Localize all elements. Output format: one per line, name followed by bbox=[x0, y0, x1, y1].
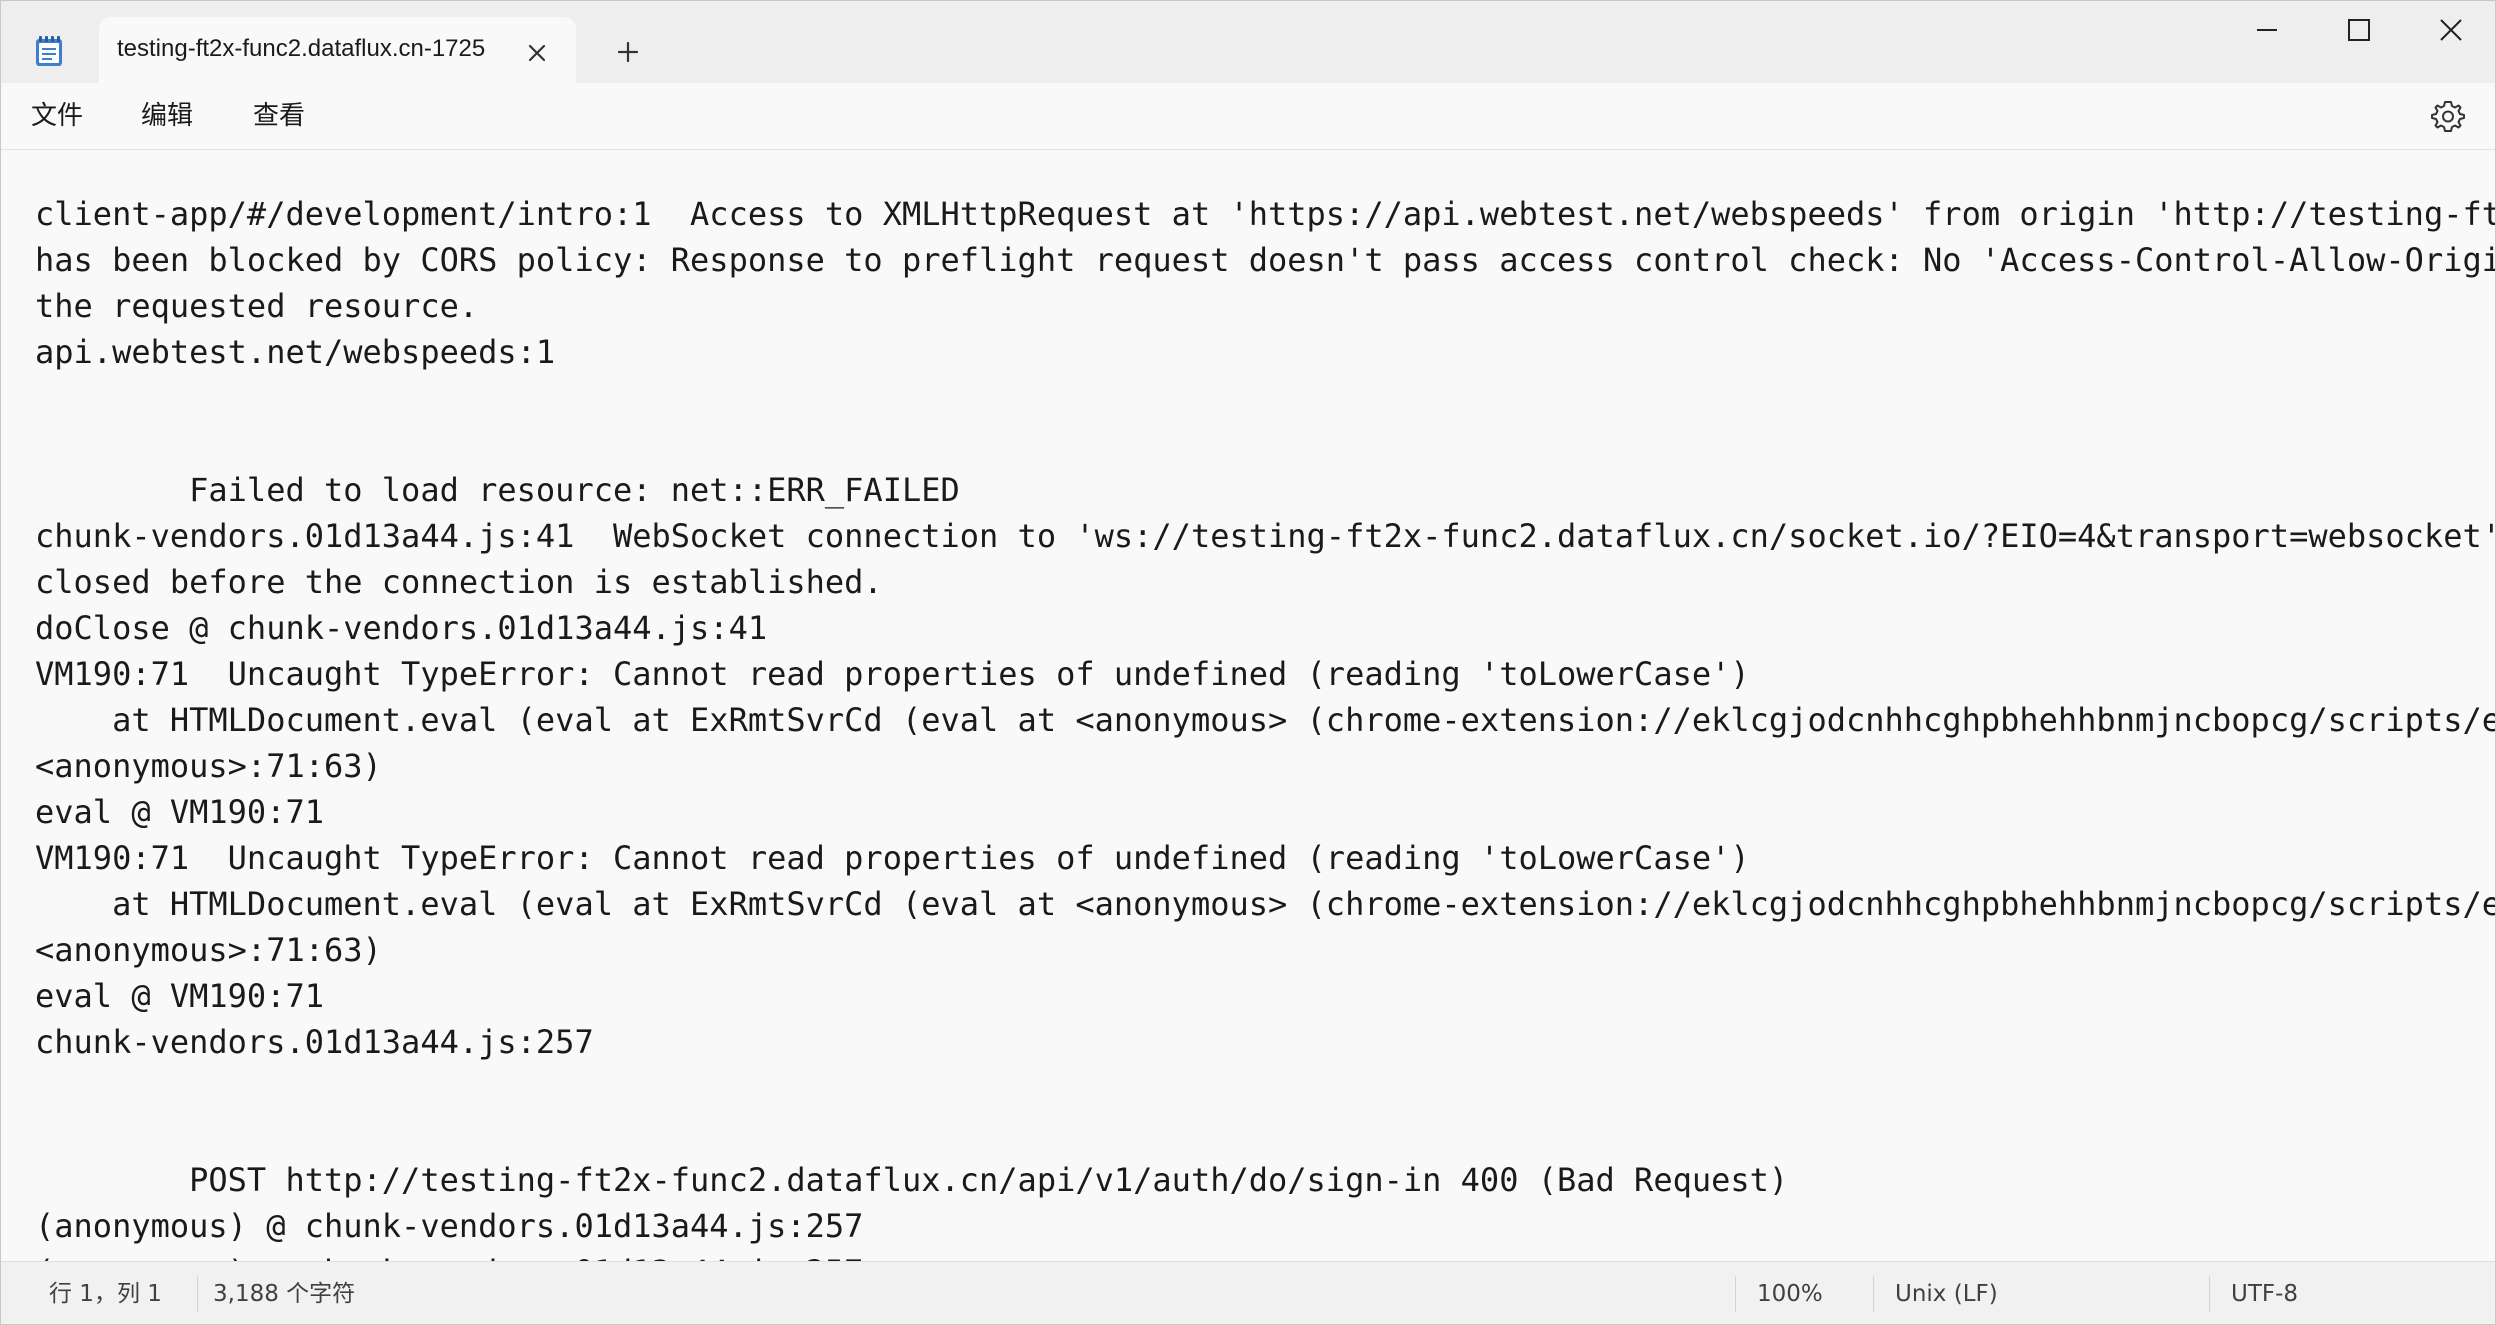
close-icon bbox=[2440, 19, 2462, 41]
text-line: Failed to load resource: net::ERR_FAILED bbox=[35, 471, 960, 509]
status-zoom[interactable]: 100% bbox=[1757, 1262, 1823, 1324]
menu-bar: 文件 编辑 查看 bbox=[1, 83, 2495, 150]
text-line: eval @ VM190:71 bbox=[35, 977, 324, 1015]
menu-edit[interactable]: 编辑 bbox=[141, 83, 193, 149]
text-line: POST http://testing-ft2x-func2.dataflux.… bbox=[35, 1161, 1789, 1199]
status-encoding[interactable]: UTF-8 bbox=[2231, 1262, 2298, 1324]
notepad-window: testing-ft2x-func2.dataflux.cn-1725 文件 编… bbox=[0, 0, 2496, 1325]
close-icon[interactable] bbox=[519, 35, 555, 71]
text-line: VM190:71 Uncaught TypeError: Cannot read… bbox=[35, 839, 1750, 877]
text-line: chunk-vendors.01d13a44.js:41 WebSocket c… bbox=[35, 517, 2495, 555]
minimize-icon bbox=[2257, 29, 2277, 31]
text-line: eval @ VM190:71 bbox=[35, 793, 324, 831]
minimize-button[interactable] bbox=[2221, 1, 2313, 59]
text-line: VM190:71 Uncaught TypeError: Cannot read… bbox=[35, 655, 1750, 693]
status-line-ending[interactable]: Unix (LF) bbox=[1895, 1262, 1998, 1324]
menu-file[interactable]: 文件 bbox=[31, 83, 83, 149]
text-line: the requested resource. bbox=[35, 287, 479, 325]
text-editor[interactable]: client-app/#/development/intro:1 Access … bbox=[1, 150, 2495, 1261]
status-bar: 行 1，列 1 3,188 个字符 100% Unix (LF) UTF-8 bbox=[1, 1261, 2495, 1324]
tab-document[interactable]: testing-ft2x-func2.dataflux.cn-1725 bbox=[99, 17, 576, 83]
text-line: api.webtest.net/webspeeds:1 bbox=[35, 333, 556, 371]
status-divider bbox=[1735, 1276, 1736, 1312]
text-line: chunk-vendors.01d13a44.js:257 bbox=[35, 1023, 594, 1061]
gear-icon[interactable] bbox=[2431, 99, 2465, 133]
status-char-count: 3,188 个字符 bbox=[213, 1281, 356, 1307]
menu-view[interactable]: 查看 bbox=[253, 83, 305, 149]
text-line: (anonymous) @ chunk-vendors.01d13a44.js:… bbox=[35, 1249, 863, 1261]
notepad-icon bbox=[35, 35, 63, 67]
text-line: <anonymous>:71:63) bbox=[35, 931, 382, 969]
maximize-button[interactable] bbox=[2313, 1, 2405, 59]
text-line: closed before the connection is establis… bbox=[35, 563, 883, 601]
plus-icon[interactable] bbox=[609, 33, 647, 71]
status-divider bbox=[1873, 1276, 1874, 1312]
text-line: doClose @ chunk-vendors.01d13a44.js:41 bbox=[35, 609, 768, 647]
text-line: (anonymous) @ chunk-vendors.01d13a44.js:… bbox=[35, 1207, 864, 1245]
text-line: has been blocked by CORS policy: Respons… bbox=[35, 241, 2495, 279]
text-line: at HTMLDocument.eval (eval at ExRmtSvrCd… bbox=[112, 701, 2495, 739]
status-divider bbox=[2209, 1276, 2210, 1312]
text-line: at HTMLDocument.eval (eval at ExRmtSvrCd… bbox=[112, 885, 2495, 923]
text-line: client-app/#/development/intro:1 Access … bbox=[35, 195, 2495, 233]
close-window-button[interactable] bbox=[2405, 1, 2495, 59]
tab-title: testing-ft2x-func2.dataflux.cn-1725 bbox=[117, 35, 486, 62]
status-cursor-position: 行 1，列 1 bbox=[49, 1281, 162, 1307]
title-bar: testing-ft2x-func2.dataflux.cn-1725 bbox=[1, 1, 2495, 83]
maximize-icon bbox=[2348, 19, 2370, 41]
text-line: <anonymous>:71:63) bbox=[35, 747, 382, 785]
status-divider bbox=[197, 1276, 198, 1312]
